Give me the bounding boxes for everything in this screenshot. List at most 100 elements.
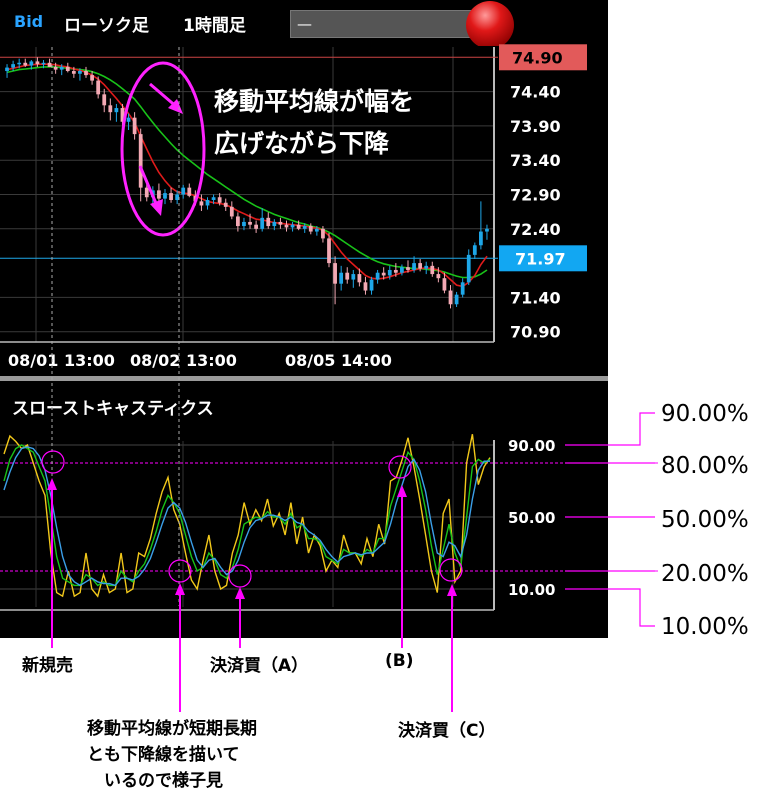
candle-body (278, 221, 283, 225)
stochastic-lines (3, 434, 491, 598)
candle-body (339, 272, 344, 284)
candle-body (229, 206, 234, 217)
new-sell-label: 新規売 (22, 656, 73, 676)
signal-circle (439, 558, 463, 582)
candle-body (436, 274, 441, 279)
candle-body (393, 269, 398, 273)
candle-body (84, 71, 88, 76)
candle-body (345, 272, 350, 280)
candle-body (35, 61, 40, 65)
candle-body (375, 272, 380, 280)
time-tick-label: 08/05 14:00 (285, 351, 392, 370)
candle-body (126, 117, 131, 122)
oscillator-title: スローストキャスティクス (12, 399, 214, 419)
candle-body (412, 263, 416, 270)
wait-note-line-2: とも下降線を描いて (87, 745, 240, 765)
level-label: 10.00% (661, 614, 749, 640)
price-tick-label: 73.90 (510, 117, 561, 136)
candle-body (23, 62, 28, 66)
candle-body (333, 263, 337, 284)
candle-body (175, 194, 180, 200)
candle-body (47, 62, 52, 67)
candle-body (169, 193, 173, 200)
candle-body (53, 66, 58, 70)
candle-body (418, 263, 423, 269)
candle-body (424, 265, 429, 269)
b-arrow-head (397, 485, 407, 497)
candle-body (363, 282, 368, 291)
stoch-fast-line (3, 434, 491, 598)
osc-tick-label: 50.00 (508, 509, 555, 527)
candle-body (314, 228, 319, 232)
candle-body (65, 66, 70, 72)
candle-body (430, 265, 435, 275)
chart-svg: 74.40 73.90 73.40 72.90 72.40 71.40 70.90 74.90… (0, 44, 749, 712)
candle-body (96, 80, 101, 95)
osc-tick-label: 90.00 (508, 437, 555, 455)
candle-body (187, 187, 192, 196)
price-tick-label: 72.90 (510, 186, 561, 205)
note-line-2: 広げながら下降 (214, 129, 390, 158)
candle-body (242, 221, 246, 227)
close-a-label: 決済買（A） (210, 656, 309, 676)
candle-body (357, 274, 362, 283)
last-price-value: 71.97 (515, 249, 566, 268)
price-tick-label: 70.90 (510, 323, 561, 342)
candle-body (138, 134, 143, 188)
signal-circle (41, 450, 65, 474)
wait-note-line-1: 移動平均線が短期長期 (87, 719, 257, 739)
level-labels: 90.00% 80.00% 50.00% 20.00% 10.00% (565, 401, 749, 640)
level-label: 50.00% (661, 507, 749, 533)
b-label: (B) (385, 651, 414, 671)
close-c-label: 決済買（C） (398, 721, 496, 741)
candle-body (387, 269, 392, 276)
level-label: 80.00% (661, 453, 749, 479)
candle-body (266, 217, 271, 227)
candle-body (90, 75, 94, 81)
candle-body (217, 197, 222, 203)
candle-body (327, 238, 331, 264)
osc-tick-label: 10.00 (508, 581, 555, 599)
time-tick-label: 08/01 13:00 (8, 351, 115, 370)
candle-body (132, 117, 137, 135)
time-axis: 08/01 13:00 08/02 13:00 08/05 14:00 (8, 351, 392, 370)
signal-circle (228, 564, 252, 588)
candle-body (272, 221, 277, 227)
candle-body (381, 272, 386, 276)
price-axis: 74.40 73.90 73.40 72.90 72.40 71.40 70.90 74.90… (499, 44, 587, 342)
candle-body (108, 105, 113, 113)
candle-body (11, 64, 15, 68)
candle-body (211, 197, 216, 200)
candle-body (78, 71, 82, 74)
candle-body (114, 108, 119, 113)
stoch-d-line (3, 446, 490, 587)
candle-body (181, 187, 186, 195)
level-label: 20.00% (661, 561, 749, 587)
candle-body (144, 187, 149, 198)
level-label: 90.00% (661, 401, 749, 427)
candle-body (302, 226, 307, 229)
candle-body (466, 254, 471, 283)
close-c-arrow-head (447, 584, 457, 596)
arrow-head-2 (150, 199, 163, 216)
candle-body (479, 231, 483, 246)
candle-body (236, 216, 240, 227)
candle-body (284, 224, 289, 228)
wait-note-line-3: いるので様子見 (104, 771, 223, 791)
candle-body (163, 193, 167, 199)
arrow-line-2 (138, 165, 160, 209)
time-tick-label: 08/02 13:00 (130, 351, 237, 370)
candle-body (460, 282, 465, 295)
candle-body (472, 245, 477, 255)
candle-body (199, 201, 204, 206)
candle-body (290, 224, 295, 228)
candle-body (369, 279, 374, 291)
candle-body (17, 62, 22, 65)
highlight-ellipse (120, 61, 206, 237)
candle-body (485, 228, 489, 232)
oscillator-axis: 90.00 50.00 10.00 (508, 437, 555, 599)
level-connector (565, 588, 655, 627)
candle-body (454, 294, 459, 305)
candle-body (102, 94, 107, 106)
note-line-1: 移動平均線が幅を (214, 87, 414, 116)
